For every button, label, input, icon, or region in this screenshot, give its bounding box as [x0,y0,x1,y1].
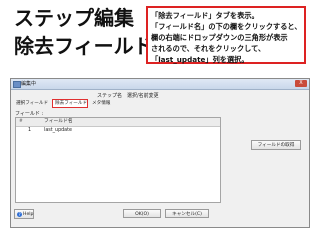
help-button[interactable]: ? Help [14,209,34,219]
callout-line: 「フィールド名」の下の欄をクリックすると、 [151,22,302,31]
tab-meta[interactable]: メタ情報 [90,99,124,108]
callout-line: 「除去フィールド」タブを表示。 [151,11,259,20]
field-name-cell[interactable]: last_update [44,127,72,134]
grid-header: # フィールド名 [16,118,220,127]
fields-section-label: フィールド : [15,111,44,117]
callout-line: 欄の右端にドロップダウンの三角形が表示 [151,33,288,42]
row-number: 1 [28,128,32,133]
grid-row-marker-header: # [19,119,23,124]
help-label: Help [23,212,34,217]
instruction-callout: 「除去フィールド」タブを表示。 「フィールド名」の下の欄をクリックすると、 欄の… [146,6,306,64]
edit-dialog: 編集中 X ステップ名 選択/名前変更 選択フィールド 除去フィールド メタ情報… [10,78,310,228]
table-row[interactable]: 1 last_update [16,127,220,134]
tab-remove-fields[interactable]: 除去フィールド [52,99,88,108]
app-icon [13,81,21,88]
ok-button[interactable]: OK(O) [123,209,161,218]
callout-line: されるので、それをクリックして、 [151,44,266,53]
close-button[interactable]: X [295,80,307,87]
step-name-label: ステップ名 [97,93,123,99]
get-fields-button[interactable]: フィールドの取得 [251,140,301,150]
slide-title-line1: ステップ編集 [14,6,134,30]
step-name-value[interactable]: 選択/名前変更 [127,92,159,99]
slide-title-line2: 除去フィールド [14,34,154,58]
dialog-title: 編集中 [21,81,37,87]
dialog-titlebar: 編集中 X [11,79,309,90]
help-icon: ? [17,212,22,217]
callout-line: 「last_update」列を選択。 [151,55,249,64]
field-name-column-header[interactable]: フィールド名 [44,118,73,126]
fields-grid[interactable]: # フィールド名 1 last_update [15,117,221,203]
cancel-button[interactable]: キャンセル(C) [165,209,209,218]
tab-select-fields[interactable]: 選択フィールド [14,99,54,108]
